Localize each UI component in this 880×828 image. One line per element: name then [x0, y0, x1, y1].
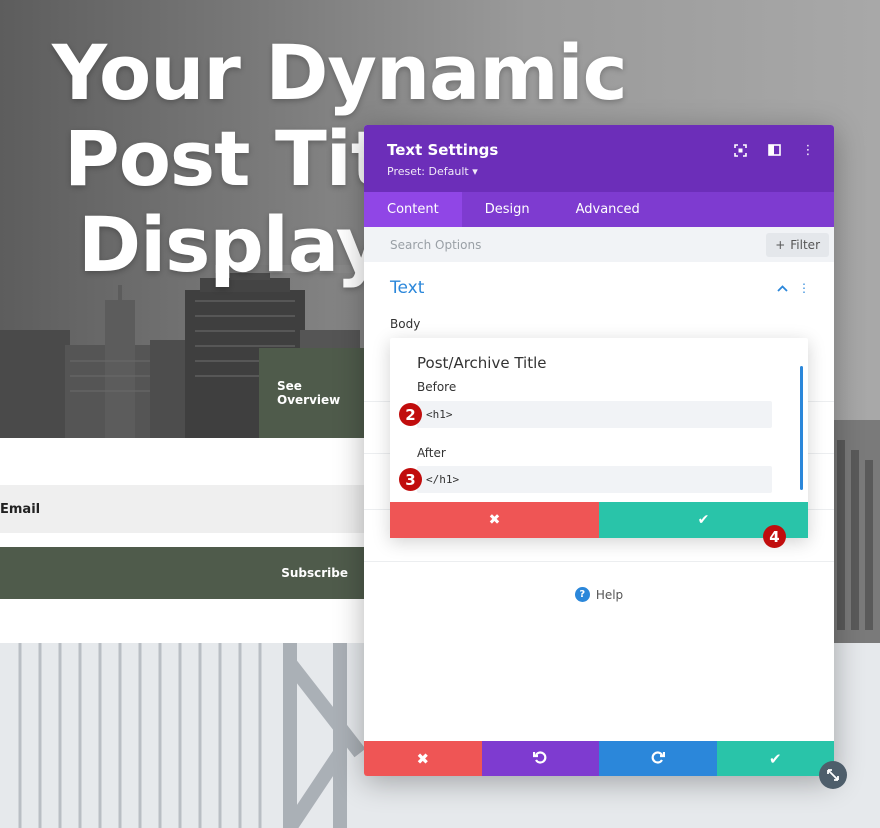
help-label: Help	[595, 587, 624, 602]
before-label: Before	[417, 380, 457, 394]
popup-title: Post/Archive Title	[417, 354, 547, 372]
section-title: Text	[390, 278, 425, 298]
building-image	[833, 420, 880, 645]
discard-button[interactable]: ✖	[364, 741, 482, 776]
after-label: After	[417, 446, 446, 460]
modal-header: Text Settings Preset: Default ▾ ⋮	[364, 125, 834, 192]
building-windows	[833, 420, 880, 645]
search-bar: + Filter	[364, 227, 834, 262]
tab-content[interactable]: Content	[364, 192, 462, 227]
before-input[interactable]	[417, 401, 772, 428]
preset-dropdown[interactable]: Preset: Default ▾	[387, 165, 811, 178]
filter-button[interactable]: + Filter	[766, 232, 829, 257]
save-button[interactable]: ✔	[716, 741, 834, 776]
redo-button[interactable]	[599, 741, 717, 776]
step-badge-3: 3	[399, 468, 422, 491]
search-options-input[interactable]	[390, 237, 690, 252]
after-input[interactable]	[417, 466, 772, 493]
redo-icon	[651, 750, 665, 768]
post-title-settings-popup: Post/Archive Title Before After ✖ ✔	[390, 338, 808, 538]
divider	[364, 561, 834, 562]
popup-cancel-button[interactable]: ✖	[390, 502, 599, 538]
help-icon: ?	[574, 587, 590, 602]
tab-advanced[interactable]: Advanced	[553, 192, 663, 227]
check-icon: ✔	[768, 749, 782, 768]
text-section-header[interactable]: Text ⋮	[390, 278, 810, 298]
undo-button[interactable]	[481, 741, 599, 776]
subscribe-button[interactable]: Subscribe	[0, 547, 368, 599]
chevron-up-icon[interactable]	[777, 281, 788, 295]
body-label: Body	[390, 317, 421, 331]
hero-title-line-1: Your Dynamic	[52, 28, 628, 117]
plus-icon: +	[775, 237, 786, 252]
modal-tabs: Content Design Advanced	[364, 192, 834, 227]
modal-footer: ✖ ✔	[364, 741, 834, 776]
close-icon: ✖	[488, 512, 501, 528]
step-badge-2: 2	[399, 403, 422, 426]
more-options-icon[interactable]: ⋮	[800, 143, 816, 158]
resize-icon[interactable]	[819, 761, 847, 789]
see-overview-button[interactable]: See Overview	[259, 348, 369, 438]
subscribe-label: Subscribe	[281, 566, 348, 580]
filter-label: Filter	[790, 237, 820, 252]
close-icon: ✖	[416, 749, 430, 768]
split-view-icon[interactable]	[766, 143, 782, 157]
step-badge-4: 4	[763, 525, 786, 548]
fullscreen-icon[interactable]	[732, 143, 748, 157]
email-label: Email	[0, 501, 41, 517]
section-more-icon[interactable]: ⋮	[798, 281, 810, 295]
help-link[interactable]: ? Help	[364, 587, 834, 602]
check-icon: ✔	[697, 512, 710, 528]
tab-design[interactable]: Design	[462, 192, 553, 227]
undo-icon	[533, 750, 547, 768]
email-field-row[interactable]: Email	[0, 485, 368, 533]
popup-actions: ✖ ✔	[390, 502, 808, 538]
popup-scrollbar[interactable]	[800, 366, 803, 490]
